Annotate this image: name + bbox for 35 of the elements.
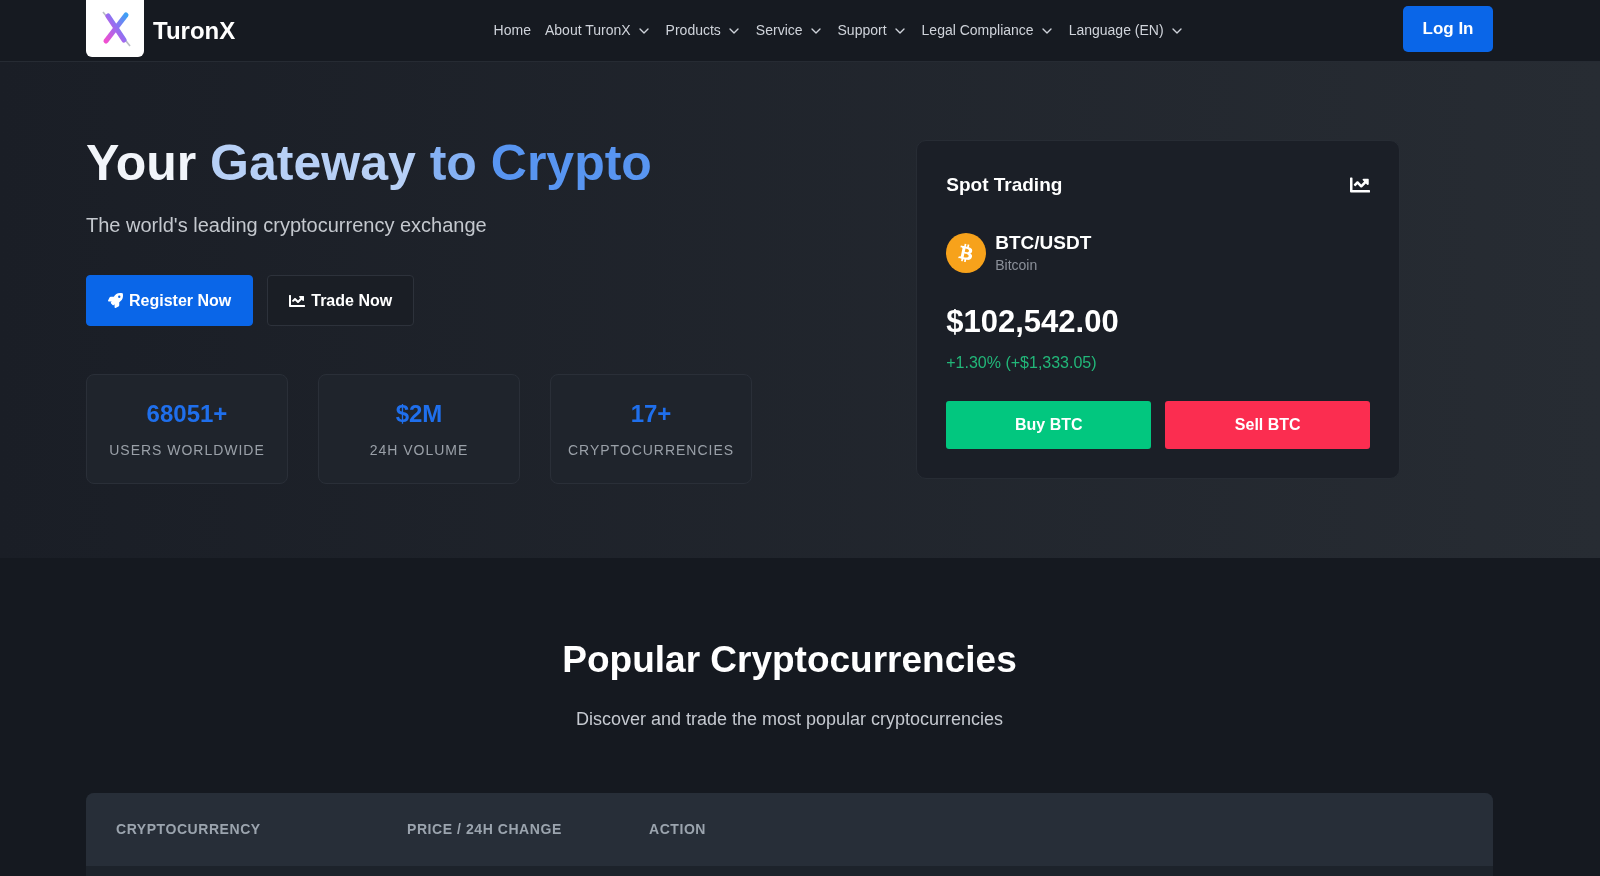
- nav-link[interactable]: Language (EN): [1068, 20, 1185, 41]
- brand-name[interactable]: TuronX: [153, 12, 236, 49]
- nav-link[interactable]: Products: [665, 20, 742, 41]
- hero-subtitle: The world's leading cryptocurrency exchange: [86, 213, 488, 238]
- stat-value: 68051+: [146, 398, 228, 429]
- stat-label: CRYPTOCURRENCIES: [567, 440, 735, 460]
- nav-link[interactable]: Support: [837, 20, 908, 41]
- line-chart-icon: [289, 292, 306, 309]
- login-button[interactable]: Log In: [1403, 5, 1493, 52]
- nav-link[interactable]: Home: [493, 20, 531, 41]
- bitcoin-icon: [946, 233, 987, 273]
- column-header: PRICE / 24H CHANGE: [407, 820, 563, 839]
- nav-link[interactable]: Service: [755, 20, 824, 41]
- column-header: CRYPTOCURRENCY: [116, 820, 262, 839]
- rocket-icon: [108, 293, 123, 308]
- coin-name: Bitcoin: [995, 256, 1039, 275]
- section-subtitle: Discover and trade the most popular cryptocurrencies: [575, 708, 1004, 731]
- stat-label: 24H VOLUME: [369, 440, 469, 460]
- register-button[interactable]: Register Now: [86, 275, 254, 326]
- line-chart-icon[interactable]: [1350, 175, 1371, 195]
- price-change: +1.30% (+$1,333.05): [946, 353, 1098, 373]
- trade-button[interactable]: Trade Now: [267, 275, 415, 326]
- price-value: $102,542.00: [946, 304, 1120, 340]
- card-title: Spot Trading: [946, 172, 1063, 197]
- stat-label: USERS WORLDWIDE: [109, 440, 265, 460]
- logo-icon[interactable]: [86, 0, 144, 57]
- column-header: ACTION: [649, 820, 708, 839]
- nav-link[interactable]: Legal Compliance: [921, 20, 1055, 41]
- stat-value: $2M: [395, 398, 443, 429]
- hero-title: Your Gateway to Crypto: [86, 134, 653, 193]
- sell-button[interactable]: Sell BTC: [1165, 401, 1371, 449]
- stat-value: 17+: [630, 398, 672, 429]
- nav-link[interactable]: About TuronX: [544, 20, 652, 41]
- pair-name: BTC/USDT: [995, 231, 1092, 255]
- section-title: Popular Cryptocurrencies: [562, 638, 1017, 682]
